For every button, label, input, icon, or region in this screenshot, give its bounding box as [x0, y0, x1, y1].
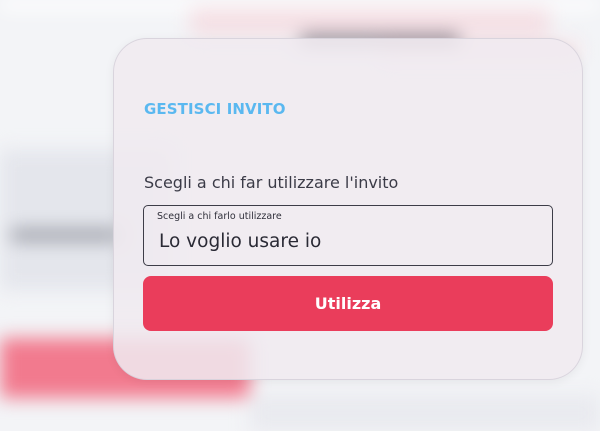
background-header-strip: [190, 8, 550, 36]
background-footer-area: [250, 395, 600, 431]
invite-user-select-caption: Scegli a chi farlo utilizzare: [157, 211, 282, 222]
invite-user-select-value: Lo voglio usare io: [159, 231, 322, 252]
use-invite-button[interactable]: Utilizza: [143, 276, 553, 331]
manage-invite-card: GESTISCI INVITO Scegli a chi far utilizz…: [113, 38, 583, 380]
card-title: GESTISCI INVITO: [144, 100, 286, 118]
invite-user-question-label: Scegli a chi far utilizzare l'invito: [144, 173, 399, 192]
background-side-text: [10, 230, 120, 240]
invite-user-select[interactable]: Scegli a chi farlo utilizzare Lo voglio …: [143, 205, 553, 266]
